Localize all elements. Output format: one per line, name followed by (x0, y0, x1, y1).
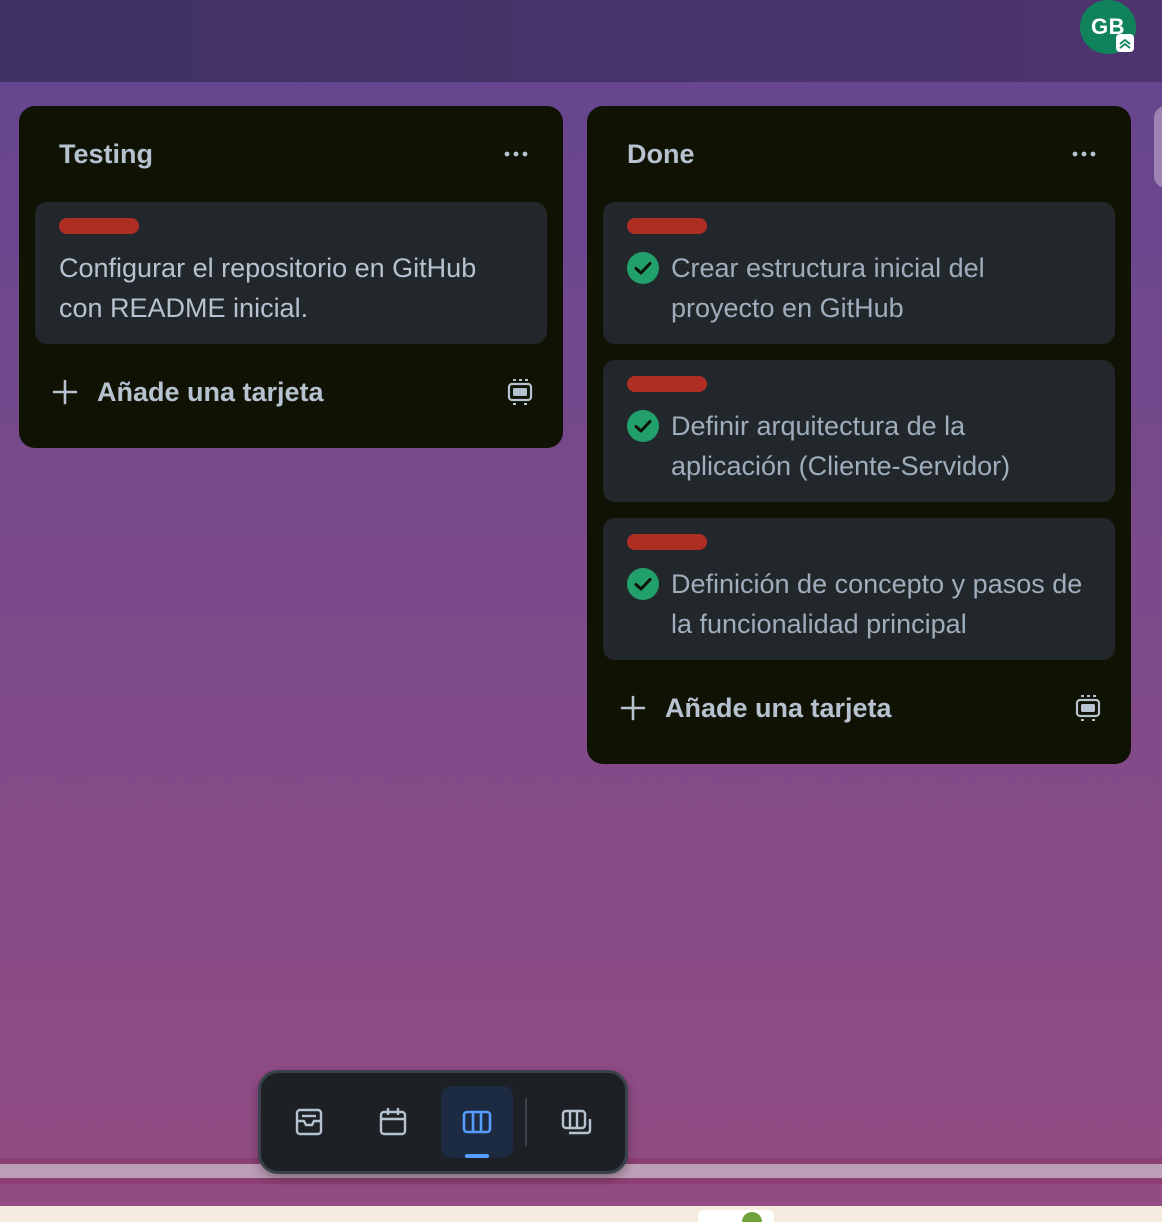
create-from-template-icon[interactable] (1073, 693, 1103, 723)
card-label[interactable] (627, 534, 707, 550)
inbox-button[interactable] (273, 1086, 345, 1158)
add-card-row: Añade una tarjeta (35, 356, 547, 428)
more-horizontal-icon (1072, 151, 1096, 157)
inbox-icon (295, 1108, 323, 1136)
add-card-button[interactable]: Añade una tarjeta (51, 377, 324, 408)
board-button[interactable] (441, 1086, 513, 1158)
list-testing: Testing Configurar el repositorio en Git… (19, 106, 563, 448)
card-body: Configurar el repositorio en GitHub con … (59, 248, 523, 328)
add-list-partial[interactable] (1154, 106, 1162, 188)
taskbar-app[interactable] (698, 1210, 774, 1222)
more-horizontal-icon (504, 151, 528, 157)
card-label[interactable] (627, 218, 707, 234)
calendar-icon (379, 1108, 407, 1136)
switch-boards-button[interactable] (541, 1086, 613, 1158)
switcher-divider (525, 1098, 527, 1146)
view-switcher (258, 1070, 628, 1174)
list-menu-button[interactable] (501, 139, 531, 169)
check-circle-icon[interactable] (627, 252, 659, 284)
card-title: Configurar el repositorio en GitHub con … (59, 253, 477, 323)
add-card-row: Añade una tarjeta (603, 672, 1115, 744)
taskbar-edge (0, 1206, 1162, 1222)
switch-boards-icon (561, 1109, 592, 1135)
card-body: Definición de concepto y pasos de la fun… (627, 564, 1091, 644)
list-title[interactable]: Done (627, 139, 695, 170)
card-body: Crear estructura inicial del proyecto en… (627, 248, 1091, 328)
list-title[interactable]: Testing (59, 139, 153, 170)
list-header: Done (603, 106, 1115, 202)
card-label[interactable] (59, 218, 139, 234)
list-header: Testing (35, 106, 547, 202)
list-done: Done Crear estructura inicial del proyec… (587, 106, 1131, 764)
list-menu-button[interactable] (1069, 139, 1099, 169)
admin-badge-icon (1116, 34, 1134, 52)
plus-icon (620, 695, 646, 721)
board-header: GB (0, 0, 1162, 82)
card[interactable]: Configurar el repositorio en GitHub con … (35, 202, 547, 344)
plus-icon (52, 379, 78, 405)
card-label[interactable] (627, 376, 707, 392)
add-card-label: Añade una tarjeta (665, 692, 892, 723)
card-title: Definición de concepto y pasos de la fun… (671, 569, 1083, 639)
member-avatar[interactable]: GB (1080, 0, 1136, 54)
card-title: Definir arquitectura de la aplicación (C… (671, 411, 1011, 481)
create-from-template-icon[interactable] (505, 377, 535, 407)
add-card-button[interactable]: Añade una tarjeta (619, 693, 892, 724)
add-card-label: Añade una tarjeta (97, 376, 324, 407)
card[interactable]: Crear estructura inicial del proyecto en… (603, 202, 1115, 344)
card[interactable]: Definición de concepto y pasos de la fun… (603, 518, 1115, 660)
card-body: Definir arquitectura de la aplicación (C… (627, 406, 1091, 486)
board-icon (462, 1110, 492, 1134)
card[interactable]: Definir arquitectura de la aplicación (C… (603, 360, 1115, 502)
planner-button[interactable] (357, 1086, 429, 1158)
check-circle-icon[interactable] (627, 410, 659, 442)
card-title: Crear estructura inicial del proyecto en… (671, 253, 985, 323)
check-circle-icon[interactable] (627, 568, 659, 600)
